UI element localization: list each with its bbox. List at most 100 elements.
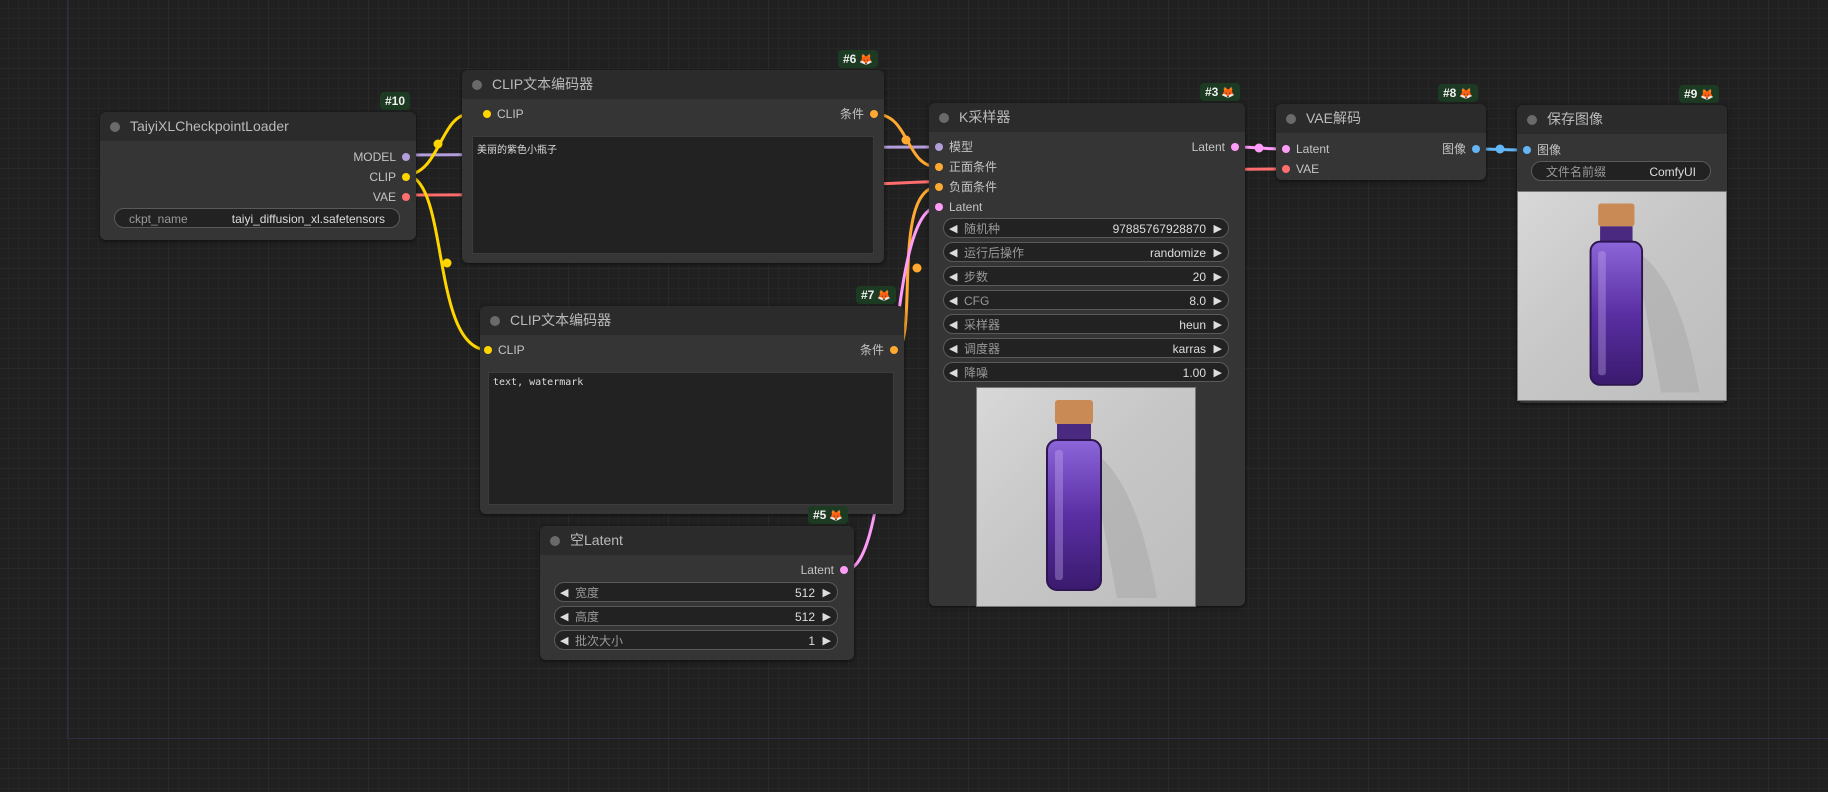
slot-dot-icon[interactable] <box>935 203 943 211</box>
arrow-right-icon[interactable]: ▶ <box>1214 243 1222 263</box>
slot-dot-icon[interactable] <box>483 110 491 118</box>
node-title-bar[interactable]: K采样器 <box>929 103 1245 132</box>
node-clip-text-encode-positive[interactable]: CLIP文本编码器 CLIP 条件 美丽的紫色小瓶子 <box>462 70 884 263</box>
input-slot-vae[interactable]: VAE <box>1282 161 1319 177</box>
arrow-right-icon[interactable]: ▶ <box>1214 339 1222 359</box>
node-title: CLIP文本编码器 <box>492 76 594 92</box>
node-title-bar[interactable]: CLIP文本编码器 <box>480 306 904 335</box>
arrow-left-icon[interactable]: ◀ <box>560 607 568 627</box>
arrow-right-icon[interactable]: ▶ <box>1214 267 1222 287</box>
seed-number-widget[interactable]: ◀ 随机种 97885767928870 ▶ <box>943 218 1229 238</box>
arrow-right-icon[interactable]: ▶ <box>1214 315 1222 335</box>
output-slot-conditioning[interactable]: 条件 <box>860 342 898 358</box>
output-slot-latent[interactable]: Latent <box>1192 139 1239 155</box>
node-empty-latent[interactable]: 空Latent Latent ◀ 宽度 512 ▶ ◀ 高度 512 ▶ ◀ 批… <box>540 526 854 660</box>
arrow-left-icon[interactable]: ◀ <box>949 291 957 311</box>
preview-image[interactable] <box>976 387 1196 607</box>
filename-prefix-input[interactable]: 文件名前缀 ComfyUI <box>1531 161 1711 181</box>
slot-dot-icon[interactable] <box>1523 146 1531 154</box>
cfg-number-widget[interactable]: ◀ CFG 8.0 ▶ <box>943 290 1229 310</box>
arrow-left-icon[interactable]: ◀ <box>949 315 957 335</box>
output-slot-model[interactable]: MODEL <box>353 149 410 165</box>
slot-dot-icon[interactable] <box>1282 145 1290 153</box>
wire-midpoint <box>912 263 922 273</box>
prompt-textarea[interactable]: 美丽的紫色小瓶子 <box>472 136 874 254</box>
output-slot-clip[interactable]: CLIP <box>369 169 410 185</box>
input-slot-clip[interactable]: CLIP <box>483 106 524 122</box>
arrow-left-icon[interactable]: ◀ <box>560 583 568 603</box>
input-slot-positive[interactable]: 正面条件 <box>935 159 997 175</box>
output-slot-latent[interactable]: Latent <box>801 562 848 578</box>
collapse-dot-icon[interactable] <box>550 536 560 546</box>
slot-dot-icon[interactable] <box>484 346 492 354</box>
wire-midpoint <box>901 135 911 145</box>
slot-dot-icon[interactable] <box>402 153 410 161</box>
arrow-right-icon[interactable]: ▶ <box>823 607 831 627</box>
slot-dot-icon[interactable] <box>935 183 943 191</box>
arrow-left-icon[interactable]: ◀ <box>560 631 568 651</box>
slot-dot-icon[interactable] <box>840 566 848 574</box>
input-slot-clip[interactable]: CLIP <box>484 342 525 358</box>
collapse-dot-icon[interactable] <box>472 80 482 90</box>
node-title-bar[interactable]: 空Latent <box>540 526 854 555</box>
arrow-left-icon[interactable]: ◀ <box>949 267 957 287</box>
collapse-dot-icon[interactable] <box>1286 114 1296 124</box>
node-title-bar[interactable]: TaiyiXLCheckpointLoader <box>100 112 416 141</box>
slot-dot-icon[interactable] <box>1231 143 1239 151</box>
node-vae-decode[interactable]: VAE解码 Latent VAE 图像 <box>1276 104 1486 180</box>
node-save-image[interactable]: 保存图像 图像 文件名前缀 ComfyUI <box>1517 105 1727 403</box>
node-ksampler[interactable]: K采样器 模型 正面条件 负面条件 Latent Latent ◀ 随机种 97… <box>929 103 1245 607</box>
sampler-name-combo[interactable]: ◀ 采样器 heun ▶ <box>943 314 1229 334</box>
slot-dot-icon[interactable] <box>890 346 898 354</box>
arrow-left-icon[interactable]: ◀ <box>949 339 957 359</box>
slot-dot-icon[interactable] <box>935 163 943 171</box>
node-id-label: #3 <box>1205 85 1219 99</box>
arrow-right-icon[interactable]: ▶ <box>1214 219 1222 239</box>
ckpt-name-combo[interactable]: ckpt_name taiyi_diffusion_xl.safetensors <box>114 208 400 228</box>
saved-image[interactable] <box>1517 191 1727 401</box>
node-title-bar[interactable]: VAE解码 <box>1276 104 1486 133</box>
collapse-dot-icon[interactable] <box>110 122 120 132</box>
slot-dot-icon[interactable] <box>1282 165 1290 173</box>
slot-dot-icon[interactable] <box>402 173 410 181</box>
node-id-badge: #5 🦊 <box>808 506 849 524</box>
widget-label: 运行后操作 <box>964 246 1025 260</box>
scheduler-combo[interactable]: ◀ 调度器 karras ▶ <box>943 338 1229 358</box>
collapse-dot-icon[interactable] <box>490 316 500 326</box>
input-slot-image[interactable]: 图像 <box>1523 142 1561 158</box>
arrow-right-icon[interactable]: ▶ <box>823 631 831 651</box>
arrow-left-icon[interactable]: ◀ <box>949 243 957 263</box>
arrow-left-icon[interactable]: ◀ <box>949 363 957 383</box>
batch-size-number-widget[interactable]: ◀ 批次大小 1 ▶ <box>554 630 838 650</box>
node-checkpoint-loader[interactable]: TaiyiXLCheckpointLoader MODEL CLIP VAE c… <box>100 112 416 240</box>
wire-midpoint <box>433 139 443 149</box>
height-number-widget[interactable]: ◀ 高度 512 ▶ <box>554 606 838 626</box>
node-id-badge: #3 🦊 <box>1200 83 1241 101</box>
arrow-right-icon[interactable]: ▶ <box>1214 291 1222 311</box>
collapse-dot-icon[interactable] <box>939 113 949 123</box>
arrow-right-icon[interactable]: ▶ <box>1214 363 1222 383</box>
node-title-bar[interactable]: 保存图像 <box>1517 105 1727 134</box>
wire-midpoint <box>442 258 452 268</box>
output-slot-vae[interactable]: VAE <box>373 189 410 205</box>
width-number-widget[interactable]: ◀ 宽度 512 ▶ <box>554 582 838 602</box>
control-after-generate-combo[interactable]: ◀ 运行后操作 randomize ▶ <box>943 242 1229 262</box>
input-slot-model[interactable]: 模型 <box>935 139 973 155</box>
collapse-dot-icon[interactable] <box>1527 115 1537 125</box>
slot-dot-icon[interactable] <box>935 143 943 151</box>
slot-dot-icon[interactable] <box>870 110 878 118</box>
prompt-textarea[interactable]: text, watermark <box>488 372 894 505</box>
arrow-right-icon[interactable]: ▶ <box>823 583 831 603</box>
input-slot-negative[interactable]: 负面条件 <box>935 179 997 195</box>
output-slot-conditioning[interactable]: 条件 <box>840 106 878 122</box>
slot-dot-icon[interactable] <box>402 193 410 201</box>
node-clip-text-encode-negative[interactable]: CLIP文本编码器 CLIP 条件 text, watermark <box>480 306 904 514</box>
slot-dot-icon[interactable] <box>1472 145 1480 153</box>
arrow-left-icon[interactable]: ◀ <box>949 219 957 239</box>
input-slot-latent[interactable]: Latent <box>935 199 982 215</box>
output-slot-image[interactable]: 图像 <box>1442 141 1480 157</box>
steps-number-widget[interactable]: ◀ 步数 20 ▶ <box>943 266 1229 286</box>
denoise-number-widget[interactable]: ◀ 降噪 1.00 ▶ <box>943 362 1229 382</box>
node-title-bar[interactable]: CLIP文本编码器 <box>462 70 884 99</box>
input-slot-latent[interactable]: Latent <box>1282 141 1329 157</box>
